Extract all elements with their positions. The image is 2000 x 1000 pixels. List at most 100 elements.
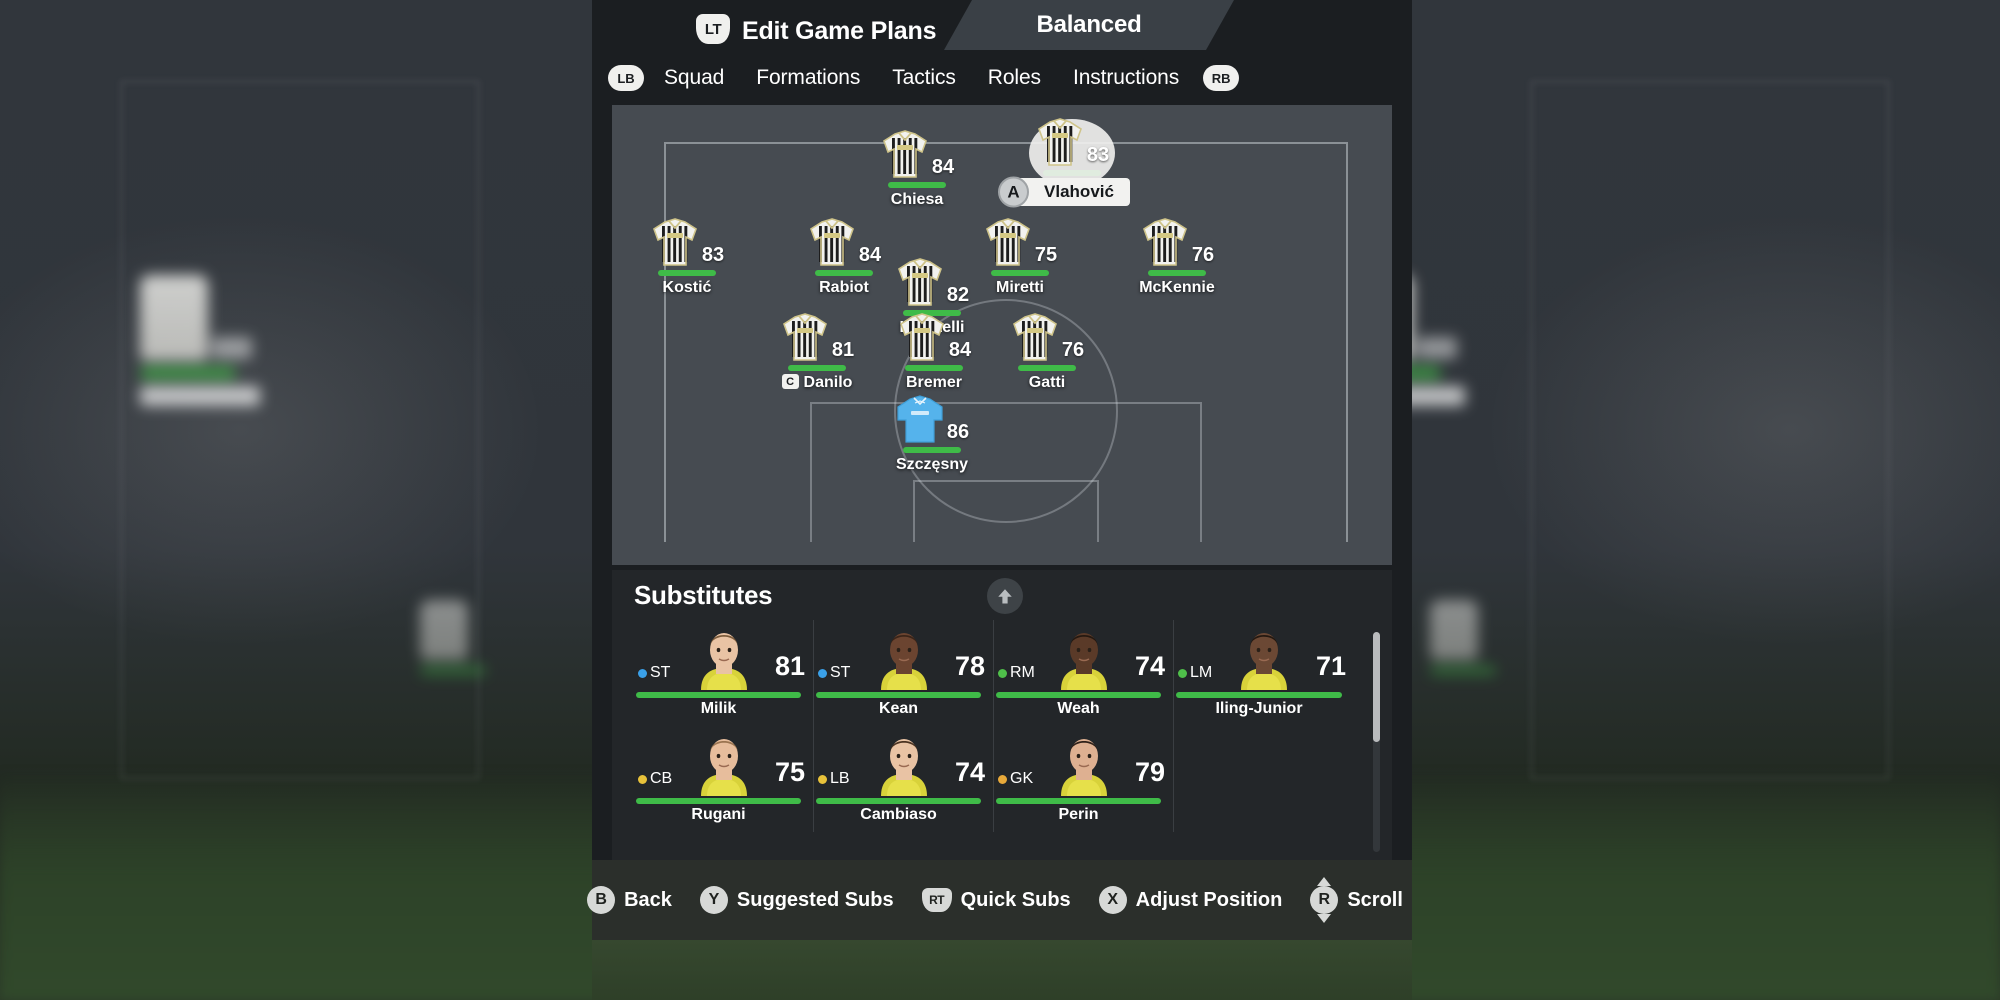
position-color-dot	[638, 774, 647, 784]
rt-trigger-icon[interactable]: RT	[921, 888, 952, 912]
tab-bar: LB Squad Formations Tactics Roles Instru…	[592, 60, 1412, 96]
player-portrait	[1053, 624, 1115, 690]
player-name: Perin	[1058, 806, 1099, 823]
player-name: McKennie	[1139, 279, 1215, 296]
player-rating: 75	[774, 757, 805, 787]
pitch-player-vlahovi[interactable]: 83 A Vlahović	[997, 113, 1147, 208]
tab-roles[interactable]: Roles	[988, 66, 1041, 90]
lt-trigger-icon[interactable]: LT	[696, 14, 730, 44]
player-name: Gatti	[1028, 374, 1066, 391]
player-portrait	[693, 730, 755, 796]
bg-pitch-line	[120, 80, 480, 780]
y-button-icon[interactable]: Y	[699, 886, 728, 914]
pitch-six-yard-box	[913, 480, 1099, 542]
player-portrait	[873, 730, 935, 796]
stick-up-arrow-icon	[1317, 877, 1332, 886]
substitutes-scrollbar-thumb[interactable]	[1373, 632, 1380, 742]
player-name: Milik	[700, 700, 737, 717]
substitute-card-perin[interactable]: GK 79 Perin	[994, 726, 1174, 832]
action-label: Back	[624, 888, 672, 911]
substitute-card-rugani[interactable]: CB 75 Rugani	[634, 726, 814, 832]
substitute-card-kean[interactable]: ST 78 Kean	[814, 620, 994, 726]
right-stick-icon[interactable]: R	[1310, 877, 1339, 923]
player-name: Danilo	[803, 374, 853, 391]
player-name: Rugani	[691, 806, 746, 823]
player-rating: 76	[1061, 339, 1085, 361]
stick-down-arrow-icon	[1317, 914, 1332, 923]
captain-badge: C	[781, 374, 799, 389]
player-kit-icon	[650, 213, 700, 269]
action-label: Suggested Subs	[736, 888, 894, 911]
player-position: GK	[998, 770, 1033, 788]
player-kit-icon	[895, 253, 945, 309]
player-portrait	[1053, 730, 1115, 796]
action-scroll[interactable]: R Scroll	[1310, 877, 1403, 923]
player-rating: 71	[1315, 651, 1346, 681]
position-label: ST	[830, 664, 851, 681]
position-label: GK	[1010, 770, 1034, 787]
player-rating: 76	[1191, 244, 1215, 266]
player-name: Weah	[1057, 700, 1100, 717]
player-position: CB	[638, 770, 672, 788]
substitute-card-ilingjunior[interactable]: LM 71 Iling-Junior	[1174, 620, 1354, 726]
rb-bumper-icon[interactable]: RB	[1203, 65, 1240, 91]
pitch-player-mckennie[interactable]: 76 McKennie	[1102, 213, 1252, 297]
b-button-icon[interactable]: B	[587, 886, 616, 914]
player-fitness-bar	[1176, 692, 1342, 698]
substitutes-scrollbar[interactable]	[1373, 632, 1380, 852]
position-label: ST	[650, 664, 671, 681]
up-arrow-icon[interactable]	[987, 578, 1023, 614]
player-name: Iling-Junior	[1215, 700, 1303, 717]
player-rating: 74	[1134, 651, 1165, 681]
player-fitness-bar	[996, 798, 1161, 804]
player-rating: 74	[954, 757, 985, 787]
substitute-slot-empty[interactable]	[1174, 726, 1354, 832]
pitch-player-kosti[interactable]: 83 Kostić	[612, 213, 762, 297]
tab-formations[interactable]: Formations	[756, 66, 860, 90]
position-label: CB	[650, 770, 673, 787]
x-button-icon[interactable]: X	[1098, 886, 1127, 914]
game-plan-selector[interactable]: Balanced	[944, 0, 1234, 50]
lb-bumper-icon[interactable]: LB	[608, 65, 644, 91]
edit-game-plans-panel: LT Edit Game Plans Balanced LB Squad For…	[587, 0, 1412, 1000]
substitute-card-milik[interactable]: ST 81 Milik	[634, 620, 814, 726]
player-rating: 83	[701, 244, 725, 266]
tab-instructions[interactable]: Instructions	[1073, 66, 1179, 90]
action-quick-subs[interactable]: RT Quick Subs	[921, 888, 1071, 912]
player-rating: 83	[1086, 144, 1110, 166]
a-button-icon[interactable]: A	[998, 176, 1030, 208]
player-rating: 78	[954, 651, 985, 681]
player-kit-icon	[897, 308, 947, 364]
formation-pitch: 84 Chiesa 83 A Vlahović 83 Kostić 84 Rabiot 75 Mir…	[612, 105, 1392, 565]
player-rating: 75	[1034, 244, 1058, 266]
player-kit-icon	[1035, 113, 1085, 169]
pitch-player-szczsny[interactable]: 86 Szczęsny	[857, 390, 1007, 474]
player-rating: 79	[1134, 757, 1165, 787]
substitute-card-weah[interactable]: RM 74 Weah	[994, 620, 1174, 726]
position-color-dot	[998, 774, 1007, 784]
bg-blurred-player	[1430, 600, 1496, 675]
position-color-dot	[1178, 668, 1187, 678]
pitch-player-gatti[interactable]: 76 Gatti	[972, 308, 1122, 392]
bg-blurred-player	[420, 600, 486, 675]
action-adjust-position[interactable]: X Adjust Position	[1098, 886, 1283, 914]
player-rating: 86	[946, 421, 970, 443]
tab-tactics[interactable]: Tactics	[892, 66, 956, 90]
action-suggested-subs[interactable]: Y Suggested Subs	[699, 886, 894, 914]
panel-header: LT Edit Game Plans Balanced	[592, 0, 1412, 60]
player-rating: 84	[931, 156, 955, 178]
player-position: ST	[818, 664, 850, 682]
player-position: RM	[998, 664, 1035, 682]
player-portrait	[873, 624, 935, 690]
position-color-dot	[638, 668, 647, 678]
action-label: Adjust Position	[1135, 888, 1283, 911]
player-name: Vlahović	[1044, 182, 1114, 201]
pitch-player-chiesa[interactable]: 84 Chiesa	[842, 125, 992, 209]
player-name: Cambiaso	[860, 806, 937, 823]
substitute-card-cambiaso[interactable]: LB 74 Cambiaso	[814, 726, 994, 832]
action-label: Scroll	[1347, 888, 1403, 911]
tab-squad[interactable]: Squad	[664, 66, 724, 90]
action-back[interactable]: B Back	[587, 886, 672, 914]
player-portrait	[1233, 624, 1295, 690]
page-title: Edit Game Plans	[742, 17, 937, 45]
